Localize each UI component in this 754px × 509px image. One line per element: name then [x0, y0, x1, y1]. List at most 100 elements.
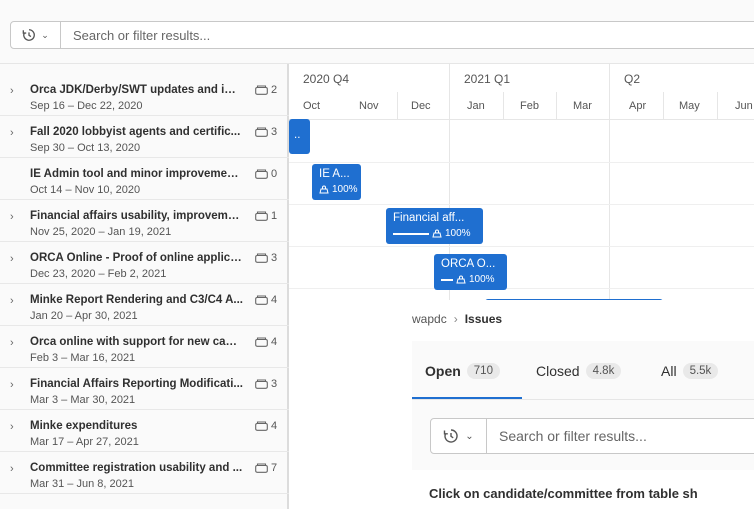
- epic-title[interactable]: Orca online with support for new cam...: [30, 336, 243, 348]
- epic-bar[interactable]: Financial aff... 100%: [386, 208, 483, 244]
- epic-date-range: Feb 3 – Mar 16, 2021: [30, 352, 136, 364]
- progress-percent: 100%: [445, 228, 471, 239]
- issue-count-value: 4: [271, 336, 278, 348]
- search-history-button[interactable]: ⌄: [431, 419, 487, 453]
- epic-row[interactable]: › Fall 2020 lobbyist agents and certific.…: [0, 116, 289, 158]
- epic-row[interactable]: › Minke expenditures Mar 17 – Apr 27, 2021…: [0, 410, 289, 452]
- chevron-right-icon: ›: [453, 312, 458, 326]
- epic-title[interactable]: Financial affairs usability, improveme..…: [30, 210, 243, 222]
- epic-row[interactable]: › Financial Affairs Reporting Modificati.…: [0, 368, 289, 410]
- epic-bar[interactable]: IE A... 100%: [312, 164, 361, 200]
- filter-bar: ⌄: [0, 0, 754, 64]
- issues-icon: [255, 211, 268, 221]
- epic-row[interactable]: IE Admin tool and minor improvements Oct …: [0, 158, 289, 200]
- epic-title[interactable]: Committee registration usability and ...: [30, 462, 243, 474]
- info-text: Click on candidate/committee from table …: [429, 486, 698, 501]
- epic-bar-title: IE A...: [319, 168, 350, 180]
- epic-row[interactable]: › Financial affairs usability, improveme.…: [0, 200, 289, 242]
- chevron-right-icon[interactable]: ›: [10, 295, 14, 307]
- epic-title[interactable]: IE Admin tool and minor improvements: [30, 168, 243, 180]
- epic-date-range: Mar 3 – Mar 30, 2021: [30, 394, 136, 406]
- issues-search-box: ⌄: [430, 418, 754, 454]
- issue-count: 4: [255, 420, 277, 432]
- chevron-right-icon[interactable]: ›: [10, 337, 14, 349]
- chevron-right-icon[interactable]: ›: [10, 463, 14, 475]
- epic-bar[interactable]: ORCA O... 100%: [434, 254, 507, 290]
- month-divider: [503, 92, 504, 120]
- tab-count-badge: 710: [466, 363, 500, 379]
- chevron-right-icon[interactable]: ›: [10, 421, 14, 433]
- epic-bar[interactable]: ..: [289, 119, 310, 154]
- issues-icon: [255, 169, 268, 179]
- active-tab-indicator: [412, 397, 522, 399]
- issue-count-value: 3: [271, 252, 278, 264]
- epic-date-range: Mar 31 – Jun 8, 2021: [30, 478, 134, 490]
- issue-count: 7: [255, 462, 277, 474]
- epic-bar-progress: 100%: [441, 274, 495, 285]
- chevron-right-icon[interactable]: ›: [10, 379, 14, 391]
- chevron-down-icon: ⌄: [465, 430, 474, 442]
- issue-count: 3: [255, 378, 277, 390]
- epic-row[interactable]: › Orca JDK/Derby/SWT updates and im... Sep…: [0, 74, 289, 116]
- epic-row[interactable]: › Minke Report Rendering and C3/C4 A... Ja…: [0, 284, 289, 326]
- issue-count: 4: [255, 336, 277, 348]
- issue-count: 3: [255, 252, 277, 264]
- epic-row[interactable]: › ORCA Online - Proof of online applica..…: [0, 242, 289, 284]
- chevron-right-icon[interactable]: ›: [10, 127, 14, 139]
- chevron-right-icon[interactable]: ›: [10, 85, 14, 97]
- progress-bar: [393, 232, 429, 235]
- search-input[interactable]: [61, 27, 661, 43]
- progress-bar: [441, 278, 453, 281]
- epic-title[interactable]: Fall 2020 lobbyist agents and certific..…: [30, 126, 243, 138]
- tab-open[interactable]: Open 710: [425, 363, 500, 379]
- breadcrumb-project-link[interactable]: wapdc: [412, 312, 447, 326]
- month-label: Mar: [573, 100, 592, 112]
- issue-count: 4: [255, 294, 277, 306]
- timeline-row-divider: [289, 288, 754, 289]
- chevron-down-icon: ⌄: [41, 29, 49, 40]
- epic-title[interactable]: Minke Report Rendering and C3/C4 A...: [30, 294, 243, 306]
- epic-title[interactable]: ORCA Online - Proof of online applica...: [30, 252, 243, 264]
- issues-search-input[interactable]: [487, 428, 747, 444]
- chevron-right-icon[interactable]: ›: [10, 211, 14, 223]
- tab-closed[interactable]: Closed 4.8k: [536, 363, 622, 379]
- month-label: May: [679, 100, 700, 112]
- issues-icon: [255, 463, 268, 473]
- month-label: Feb: [520, 100, 539, 112]
- epic-title[interactable]: Minke expenditures: [30, 420, 243, 432]
- issues-icon: [255, 127, 268, 137]
- month-label: Nov: [359, 100, 379, 112]
- search-history-button[interactable]: ⌄: [11, 22, 61, 48]
- tab-count-badge: 4.8k: [585, 363, 622, 379]
- month-label: Dec: [411, 100, 431, 112]
- month-divider: [397, 92, 398, 120]
- epic-row[interactable]: › Committee registration usability and ..…: [0, 452, 289, 494]
- progress-percent: 100%: [469, 274, 495, 285]
- issues-icon: [255, 337, 268, 347]
- month-label: Jun: [735, 100, 753, 112]
- quarter-label: 2020 Q4: [303, 72, 350, 86]
- chevron-right-icon[interactable]: ›: [10, 253, 14, 265]
- epic-date-range: Nov 25, 2020 – Jan 19, 2021: [30, 226, 172, 238]
- issue-count-value: 1: [271, 210, 278, 222]
- issue-tabs: Open 710 Closed 4.8k All 5.5k: [412, 341, 754, 400]
- tab-label: Open: [425, 363, 461, 379]
- month-divider: [556, 92, 557, 120]
- weight-icon: [432, 229, 442, 238]
- tab-all[interactable]: All 5.5k: [661, 363, 719, 379]
- issues-icon: [255, 379, 268, 389]
- epic-row[interactable]: › Orca online with support for new cam...…: [0, 326, 289, 368]
- timeline-row-divider: [289, 162, 754, 163]
- issue-count: 2: [255, 84, 277, 96]
- history-icon: [444, 429, 458, 443]
- epic-title[interactable]: Orca JDK/Derby/SWT updates and im...: [30, 84, 243, 96]
- search-box: ⌄: [10, 21, 754, 49]
- epic-list: › Orca JDK/Derby/SWT updates and im... Sep…: [0, 64, 289, 509]
- month-label: Apr: [629, 100, 647, 112]
- epic-title[interactable]: Financial Affairs Reporting Modificati..…: [30, 378, 243, 390]
- issue-count-value: 2: [271, 84, 278, 96]
- breadcrumb-current: Issues: [464, 312, 503, 326]
- issue-count-value: 4: [271, 420, 278, 432]
- issues-panel: wapdc › Issues Open 710 Closed 4.8k All 5.…: [412, 300, 754, 509]
- issue-count-value: 4: [271, 294, 278, 306]
